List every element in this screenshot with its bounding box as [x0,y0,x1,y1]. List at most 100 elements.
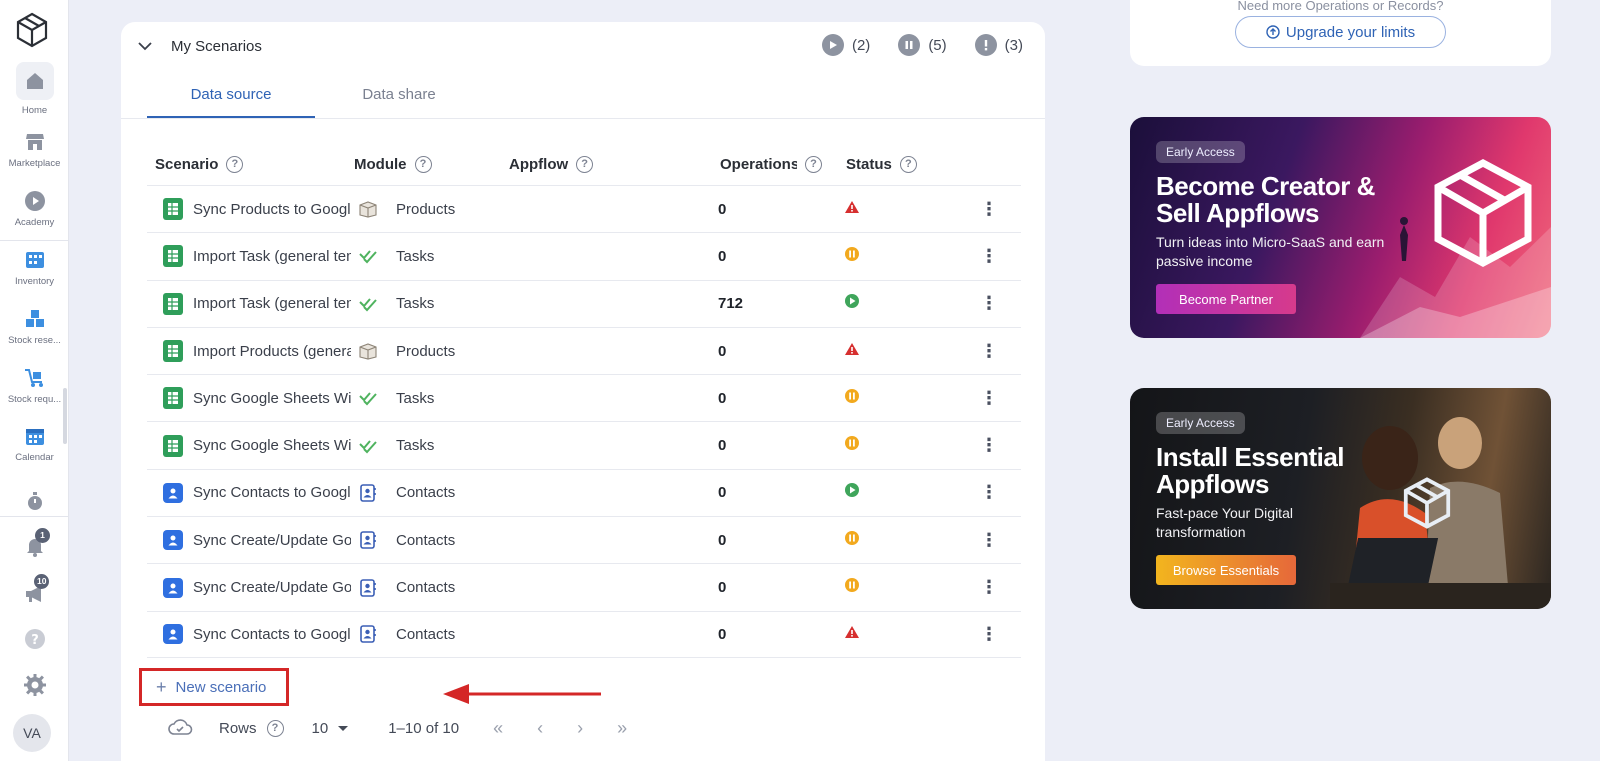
check-icon [359,298,377,312]
scenario-cell[interactable]: Sync Google Sheets With Tasks [147,434,354,457]
module-name: Tasks [396,247,435,265]
sidebar-scrollbar[interactable] [63,388,67,444]
column-header-scenario[interactable]: Scenario ? [147,155,354,173]
scenario-name[interactable]: Sync Products to Google Sheets [193,201,351,218]
annotation-arrow [443,684,601,704]
column-header-module[interactable]: Module ? [354,155,509,173]
more-menu-icon[interactable]: ⋮ [964,530,1014,551]
chevron-down-icon[interactable] [137,38,153,54]
scenario-name[interactable]: Sync Contacts to Google Contacts [193,626,351,643]
scenario-name[interactable]: Sync Google Sheets With Tasks [193,437,351,454]
table-row[interactable]: Sync Google Sheets With Tasks Tasks 0 ⋮ [147,374,1021,421]
scenario-cell[interactable]: Import Task (general template) [147,245,354,268]
tab-data-source[interactable]: Data source [147,74,315,118]
prev-page-icon[interactable]: ‹ [537,718,543,739]
status-badge [844,577,964,598]
table-row[interactable]: Sync Google Sheets With Tasks Tasks 0 ⋮ [147,421,1021,468]
contact-icon [163,577,183,598]
more-menu-icon[interactable]: ⋮ [964,435,1014,456]
sidebar-item-timer[interactable] [0,489,69,513]
browse-essentials-button[interactable]: Browse Essentials [1156,555,1296,585]
promo-banner-creator[interactable]: Early Access Become Creator & Sell Appfl… [1130,117,1551,338]
more-menu-icon[interactable]: ⋮ [964,199,1014,220]
sidebar-item-stock-requests[interactable]: Stock requ... [0,366,69,405]
tabs-divider [121,118,1045,119]
table-row[interactable]: Sync Create/Update Google Contacts Contac… [147,516,1021,563]
last-page-icon[interactable]: » [617,718,627,739]
sidebar-item-calendar[interactable]: Calendar [0,424,69,463]
upgrade-limits-button[interactable]: Upgrade your limits [1235,16,1446,48]
scenario-cell[interactable]: Sync Google Sheets With Tasks [147,387,354,410]
help-icon[interactable]: ? [805,155,822,173]
app-logo-icon[interactable] [15,12,49,48]
scenario-cell[interactable]: Import Task (general template) [147,292,354,315]
scenario-name[interactable]: Import Task (general template) [193,295,351,312]
sidebar-item-home[interactable]: Home [0,62,69,116]
promo-banner-essentials[interactable]: Early Access Install Essential Appflows … [1130,388,1551,609]
help-icon[interactable]: ? [414,155,432,173]
more-menu-icon[interactable]: ⋮ [964,577,1014,598]
paused-status-icon [845,388,859,403]
table-row[interactable]: Sync Contacts to Google Contacts Contacts… [147,610,1021,658]
module-name: Tasks [396,437,435,455]
scenario-name[interactable]: Import Products (general template) [193,343,351,360]
sidebar-item-marketplace[interactable]: Marketplace [0,130,69,169]
help-icon[interactable]: ? [266,719,284,737]
more-menu-icon[interactable]: ⋮ [964,388,1014,409]
sidebar-item-label: Marketplace [8,158,61,169]
more-menu-icon[interactable]: ⋮ [964,482,1014,503]
next-page-icon[interactable]: › [577,718,583,739]
more-menu-icon[interactable]: ⋮ [964,341,1014,362]
module-name: Tasks [396,389,435,407]
scenario-name[interactable]: Import Task (general template) [193,248,351,265]
table-row[interactable]: Sync Create/Update Google Contacts Contac… [147,563,1021,610]
become-partner-button[interactable]: Become Partner [1156,284,1296,314]
column-header-status[interactable]: Status ? [846,155,966,173]
scenario-cell[interactable]: Sync Create/Update Google Contacts [147,530,354,551]
rows-per-page-select[interactable]: 10 [312,720,351,737]
scenario-cell[interactable]: Sync Create/Update Google Contacts [147,577,354,598]
more-menu-icon[interactable]: ⋮ [964,624,1014,645]
module-name: Products [396,342,456,360]
table-row[interactable]: Import Task (general template) Tasks 0 ⋮ [147,232,1021,279]
settings-button[interactable] [0,673,69,697]
module-cell: Products [354,200,718,218]
pagination: Rows ? 10 1–10 of 10 « ‹ › » [167,708,627,748]
help-icon[interactable]: ? [899,155,917,173]
first-page-icon[interactable]: « [493,718,503,739]
help-icon[interactable]: ? [576,155,594,173]
sidebar-item-academy[interactable]: Academy [0,189,69,228]
scenario-name[interactable]: Sync Google Sheets With Tasks [193,390,351,407]
help-icon[interactable]: ? [226,155,244,173]
module-name: Contacts [396,625,456,643]
sidebar-item-inventory[interactable]: Inventory [0,248,69,287]
check-icon [359,392,377,406]
cloud-sync-icon[interactable] [167,718,193,738]
running-status-icon [845,294,859,309]
sidebar-item-stock-reservations[interactable]: Stock rese... [0,307,69,346]
column-header-operations[interactable]: Operations ? [720,155,846,173]
more-menu-icon[interactable]: ⋮ [964,293,1014,314]
scenario-name[interactable]: Sync Create/Update Google Contacts [193,532,351,549]
operations-count: 0 [718,200,727,218]
table-row[interactable]: Sync Contacts to Google Contacts Contacts… [147,468,1021,516]
paused-counter[interactable]: (5) [898,34,947,56]
help-button[interactable]: ? [0,627,69,651]
error-counter[interactable]: (3) [974,34,1023,56]
avatar[interactable]: VA [13,714,51,752]
table-row[interactable]: Import Products (general template) Produc… [147,326,1021,374]
scenario-cell[interactable]: Sync Contacts to Google Contacts [147,482,354,503]
more-menu-icon[interactable]: ⋮ [964,246,1014,267]
new-scenario-button[interactable]: + New scenario [139,668,289,706]
scenario-name[interactable]: Sync Contacts to Google Contacts [193,484,351,501]
scenario-cell[interactable]: Import Products (general template) [147,340,354,363]
scenario-name[interactable]: Sync Create/Update Google Contacts [193,579,351,596]
table-row[interactable]: Sync Products to Google Sheets Products 0 ⋮ [147,185,1021,232]
tab-data-share[interactable]: Data share [315,74,483,118]
scenario-cell[interactable]: Sync Contacts to Google Contacts [147,624,354,645]
scenario-cell[interactable]: Sync Products to Google Sheets [147,198,354,221]
running-counter[interactable]: (2) [821,34,870,56]
column-header-appflow[interactable]: Appflow ? [509,155,720,173]
exclamation-icon [974,34,997,56]
table-row[interactable]: Import Task (general template) Tasks 712 ⋮ [147,279,1021,327]
